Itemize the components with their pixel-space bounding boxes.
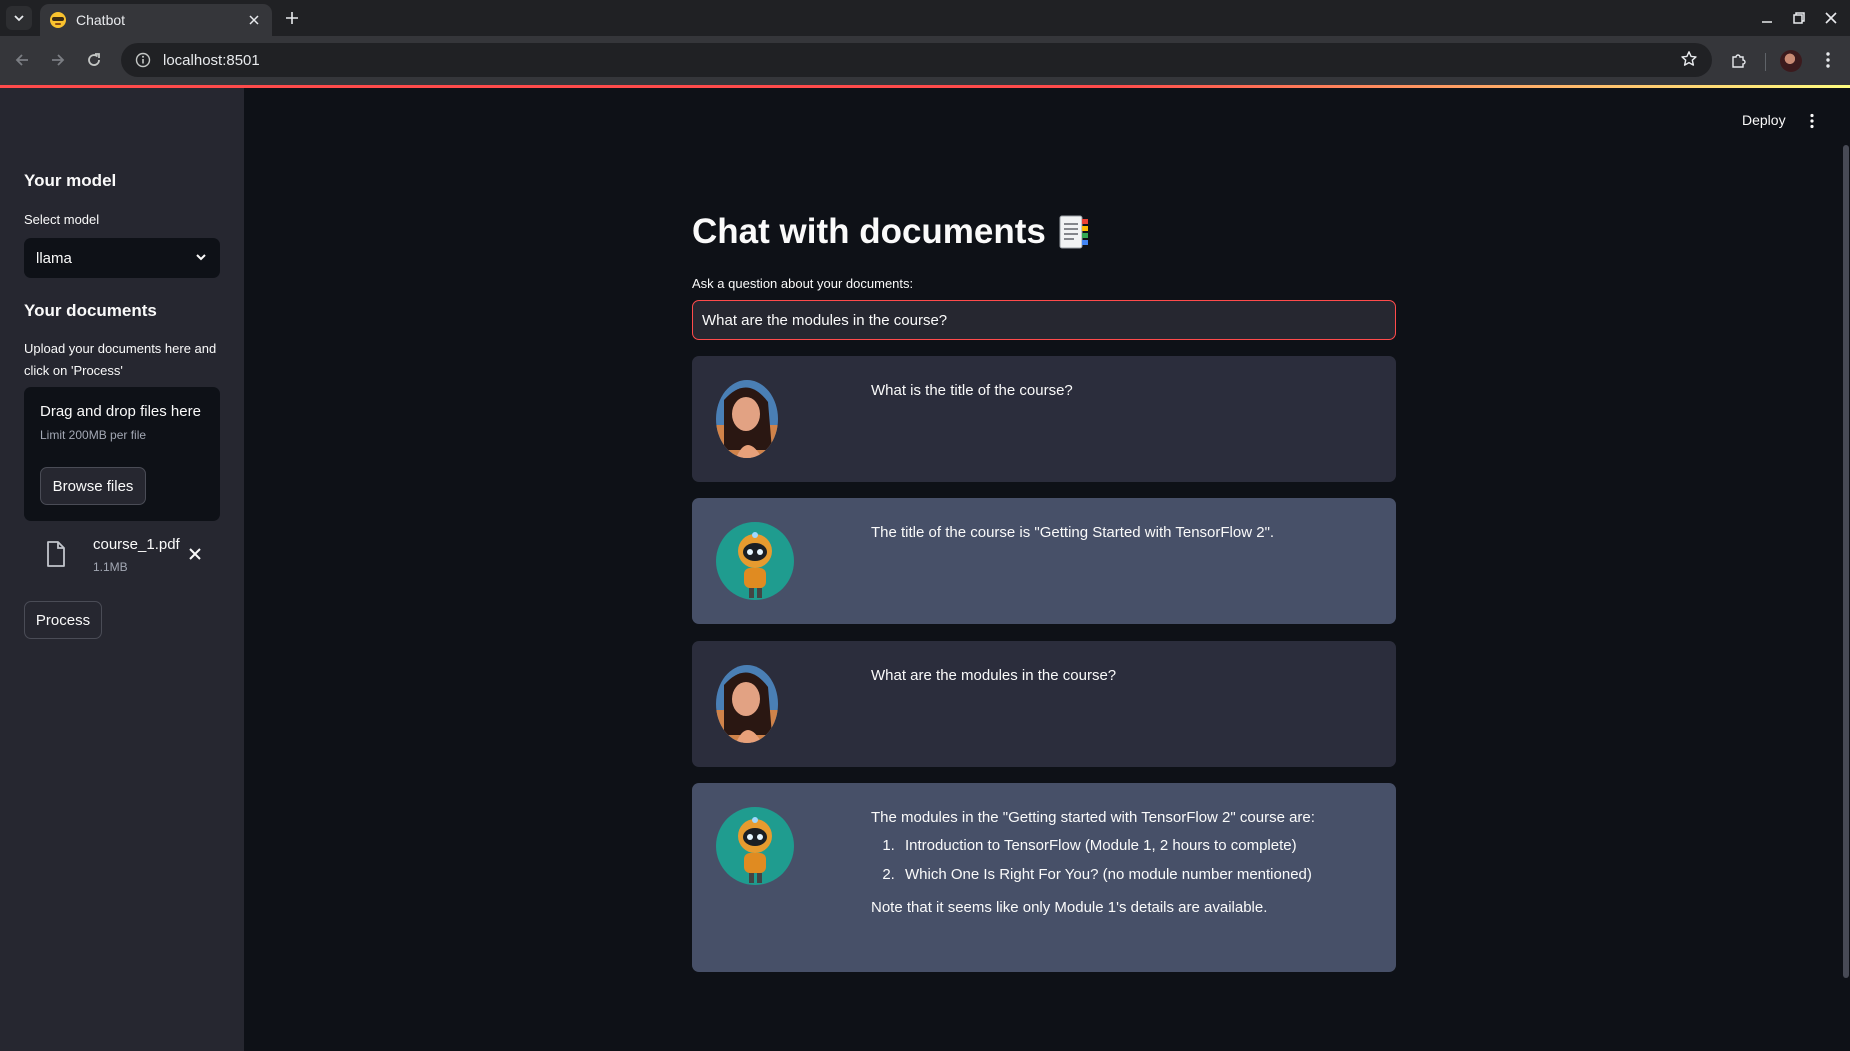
restore-icon: [1793, 12, 1805, 24]
documents-heading: Your documents: [24, 301, 157, 320]
remove-file-button[interactable]: [186, 545, 204, 563]
new-tab-button[interactable]: [282, 8, 302, 28]
sidebar: Your model Select model llama Your docum…: [0, 88, 244, 1051]
chevron-down-icon: [14, 15, 24, 22]
dropzone-limit: Limit 200MB per file: [40, 428, 147, 442]
process-button[interactable]: Process: [24, 601, 102, 639]
message-text: The modules in the "Getting started with…: [871, 808, 1371, 918]
file-icon: [47, 541, 65, 567]
profile-avatar[interactable]: [1780, 50, 1802, 72]
module-list: Introduction to TensorFlow (Module 1, 2 …: [871, 836, 1371, 885]
close-icon: [1825, 12, 1837, 24]
address-bar[interactable]: localhost:8501: [121, 43, 1712, 77]
browser-toolbar: localhost:8501: [0, 36, 1850, 85]
chat-message-bot: The modules in the "Getting started with…: [692, 783, 1396, 972]
back-button[interactable]: [11, 49, 33, 71]
minimize-icon: [1762, 21, 1772, 23]
chat-message-bot: The title of the course is "Getting Star…: [692, 498, 1396, 624]
browser-tab-bar: Chatbot: [0, 0, 1850, 36]
browse-files-button[interactable]: Browse files: [40, 467, 146, 505]
user-avatar: [716, 665, 778, 743]
model-heading: Your model: [24, 171, 117, 190]
site-info-icon[interactable]: [135, 52, 151, 68]
scrollbar[interactable]: [1843, 145, 1849, 978]
close-icon: [189, 548, 201, 560]
plus-icon: [286, 12, 298, 24]
browser-tab[interactable]: Chatbot: [40, 4, 272, 36]
toolbar-separator: [1765, 53, 1766, 71]
message-intro: The modules in the "Getting started with…: [871, 809, 1315, 826]
bookmark-star-icon[interactable]: [1680, 50, 1698, 68]
page-title-text: Chat with documents: [692, 212, 1046, 251]
extensions-button[interactable]: [1728, 49, 1750, 71]
arrow-left-icon: [15, 54, 28, 66]
list-item: Introduction to TensorFlow (Module 1, 2 …: [899, 836, 1371, 856]
kebab-menu-icon: [1810, 113, 1814, 129]
dropzone-title: Drag and drop files here: [40, 403, 201, 420]
robot-avatar: [716, 522, 794, 600]
forward-button[interactable]: [47, 49, 69, 71]
app-menu-button[interactable]: [1807, 111, 1817, 131]
restore-button[interactable]: [1789, 8, 1809, 28]
puzzle-icon: [1732, 54, 1746, 68]
close-window-button[interactable]: [1821, 8, 1841, 28]
minimize-button[interactable]: [1757, 8, 1777, 28]
chat-message-user: What is the title of the course?: [692, 356, 1396, 482]
close-tab-icon[interactable]: [246, 12, 262, 28]
tab-title: Chatbot: [76, 12, 126, 28]
robot-avatar: [716, 807, 794, 885]
user-avatar: [716, 380, 778, 458]
url-text: localhost:8501: [163, 51, 260, 69]
tab-search-button[interactable]: [6, 6, 32, 30]
sunglasses-emoji-icon: [50, 12, 66, 28]
question-input[interactable]: [692, 300, 1396, 340]
kebab-menu-icon: [1826, 52, 1830, 68]
file-size: 1.1MB: [93, 560, 128, 574]
message-text: The title of the course is "Getting Star…: [871, 524, 1275, 541]
browser-menu-button[interactable]: [1817, 49, 1839, 71]
uploaded-file: course_1.pdf 1.1MB: [24, 530, 220, 580]
reload-icon: [88, 53, 100, 66]
file-name: course_1.pdf: [93, 536, 180, 553]
upload-description: Upload your documents here and click on …: [24, 341, 217, 378]
list-item: Which One Is Right For You? (no module n…: [899, 865, 1371, 885]
message-note: Note that it seems like only Module 1's …: [871, 899, 1268, 916]
message-text: What are the modules in the course?: [871, 667, 1117, 684]
message-text: What is the title of the course?: [871, 382, 1073, 399]
question-input-label: Ask a question about your documents:: [692, 276, 914, 291]
page-title: Chat with documents: [692, 212, 1090, 252]
bookmark-tabs-emoji-icon: [1058, 213, 1090, 251]
arrow-right-icon: [52, 54, 65, 66]
model-select[interactable]: llama: [24, 238, 220, 278]
reload-button[interactable]: [83, 49, 105, 71]
file-dropzone[interactable]: Drag and drop files here Limit 200MB per…: [24, 387, 220, 521]
chat-message-user: What are the modules in the course?: [692, 641, 1396, 767]
model-select-value: llama: [36, 249, 72, 267]
select-model-label: Select model: [24, 212, 100, 227]
chevron-down-icon: [196, 254, 206, 261]
deploy-button[interactable]: Deploy: [1742, 112, 1786, 128]
